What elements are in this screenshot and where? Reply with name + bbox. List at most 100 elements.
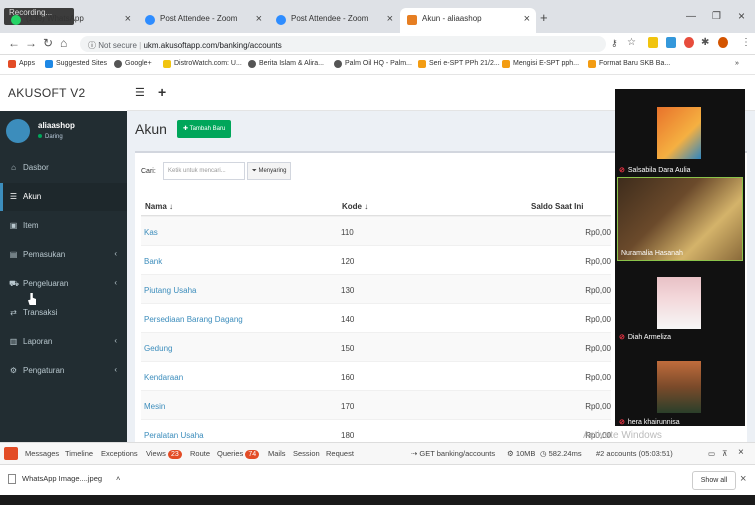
close-icon[interactable]: ×	[740, 473, 746, 485]
tab-label: Views	[146, 449, 166, 458]
sidebar-toggle-icon[interactable]: ☰	[135, 86, 145, 99]
opera-icon[interactable]	[684, 37, 694, 48]
debug-restore-icon[interactable]: ▭	[708, 449, 715, 458]
app-brand[interactable]: AKUSOFT V2	[0, 75, 127, 111]
table-row[interactable]: Gedung 150 Rp0,00	[141, 332, 611, 361]
table-row[interactable]: Piutang Usaha 130 Rp0,00	[141, 274, 611, 303]
add-new-button[interactable]: ✚ Tambah Baru	[177, 120, 232, 138]
participant-tile-active[interactable]: Nuramalia Hasanah	[617, 177, 743, 261]
column-header-saldo[interactable]: Saldo Saat Ini	[531, 202, 583, 211]
debug-tab-mails[interactable]: Mails	[268, 449, 286, 458]
column-header-kode[interactable]: Kode ↓	[342, 202, 368, 211]
close-icon[interactable]: ×	[387, 13, 393, 25]
table-row[interactable]: Persediaan Barang Dagang 140 Rp0,00	[141, 303, 611, 332]
account-name-link[interactable]: Persediaan Barang Dagang	[144, 315, 243, 324]
debug-tab-views[interactable]: Views 23	[146, 449, 182, 459]
column-header-nama[interactable]: Nama ↓	[145, 202, 173, 211]
debug-maximize-icon[interactable]: ⊼	[722, 449, 728, 458]
filter-button[interactable]: ⏷ Menyaring	[247, 162, 292, 180]
bookmark-format[interactable]: Format Baru SKB Ba...	[588, 60, 670, 68]
maximize-button[interactable]: ❐	[712, 11, 721, 22]
debug-tab-messages[interactable]: Messages	[25, 449, 59, 458]
home-icon[interactable]: ⌂	[60, 36, 67, 50]
profile-avatar[interactable]	[718, 37, 728, 48]
debugbar-logo-icon[interactable]	[4, 447, 18, 460]
participant-tile[interactable]: ⊘ Salsabila Dara Aulia	[617, 91, 743, 177]
sidebar-item-akun[interactable]: ☰ Akun	[0, 183, 127, 211]
debug-tab-request[interactable]: Request	[326, 449, 354, 458]
tab-akun[interactable]: Akun - aliaashop ×	[400, 8, 536, 33]
show-all-button[interactable]: Show all	[692, 471, 736, 490]
bookmark-palm-oil[interactable]: Palm Oil HQ - Palm...	[334, 60, 412, 68]
minimize-button[interactable]: —	[686, 11, 696, 22]
close-icon[interactable]: ×	[524, 13, 530, 25]
debug-tab-route[interactable]: Route	[190, 449, 210, 458]
info-icon[interactable]: ⓘ	[88, 41, 96, 50]
close-icon[interactable]: ×	[125, 13, 131, 25]
bookmark-espt[interactable]: Seri e-SPT PPh 21/2...	[418, 60, 500, 68]
tab-zoom-2[interactable]: Post Attendee - Zoom ×	[269, 8, 399, 33]
bookmark-distrowatch[interactable]: DistroWatch.com: U...	[163, 60, 242, 68]
sidebar-item-item[interactable]: ▣ Item	[0, 212, 127, 240]
extension-icon[interactable]	[648, 37, 658, 48]
participant-tile[interactable]: ⊘ Diah Armeliza	[617, 263, 743, 347]
sidebar-item-dasbor[interactable]: ⌂ Dasbor	[0, 154, 127, 182]
sidebar-item-pengeluaran[interactable]: ⛟ Pengeluaran ‹	[0, 270, 127, 298]
name-text: hera khairunnisa	[627, 419, 680, 426]
debug-close-icon[interactable]: ×	[738, 447, 744, 458]
close-window-button[interactable]: ×	[738, 9, 745, 23]
bookmark-label: Mengisi E-SPT pph...	[513, 60, 580, 67]
account-name-link[interactable]: Mesin	[144, 402, 165, 411]
tab-whatsapp[interactable]: (139) WhatsApp ×	[4, 8, 137, 33]
sidebar-item-laporan[interactable]: ▥ Laporan ‹	[0, 328, 127, 356]
account-name-link[interactable]: Kendaraan	[144, 373, 183, 382]
user-status: Daring	[38, 134, 63, 140]
download-item[interactable]: WhatsApp Image....jpeg ˄	[8, 474, 120, 485]
sidebar-item-pengaturan[interactable]: ⚙ Pengaturan ‹	[0, 357, 127, 385]
debug-tab-session[interactable]: Session	[293, 449, 320, 458]
add-icon[interactable]: +	[158, 84, 166, 100]
key-icon[interactable]: ⚷	[611, 38, 618, 49]
menu-icon[interactable]: ⋮	[741, 37, 751, 48]
bookmark-google[interactable]: Google+	[114, 60, 152, 68]
search-input[interactable]: Ketik untuk mencari...	[163, 162, 245, 180]
account-name-link[interactable]: Kas	[144, 228, 158, 237]
sidebar-item-pemasukan[interactable]: ▤ Pemasukan ‹	[0, 241, 127, 269]
globe-icon	[114, 60, 122, 68]
table-row[interactable]: Kas 110 Rp0,00	[141, 216, 611, 245]
bookmark-berita[interactable]: Berita Islam & Alira...	[248, 60, 324, 68]
table-row[interactable]: Mesin 170 Rp0,00	[141, 390, 611, 419]
extension-icon[interactable]	[666, 37, 676, 48]
close-icon[interactable]: ×	[256, 13, 262, 25]
table-row[interactable]: Peralatan Usaha 180 Rp0,00	[141, 419, 611, 444]
new-tab-button[interactable]: +	[540, 10, 548, 25]
url-input[interactable]: ⓘ Not secure | ukm.akusoftapp.com/bankin…	[80, 36, 606, 52]
forward-icon[interactable]: →	[25, 36, 37, 50]
back-icon[interactable]: ←	[8, 36, 20, 50]
star-icon[interactable]: ☆	[627, 37, 636, 48]
debug-history-select[interactable]: #2 accounts (05:03:51)	[596, 449, 673, 458]
bookmark-mengisi[interactable]: Mengisi E-SPT pph...	[502, 60, 580, 68]
debug-tab-queries[interactable]: Queries 74	[217, 449, 260, 459]
account-name-link[interactable]: Gedung	[144, 344, 172, 353]
tab-zoom-1[interactable]: Post Attendee - Zoom ×	[138, 8, 268, 33]
menu-label: Pengeluaran	[23, 279, 69, 288]
bookmarks-overflow[interactable]: »	[735, 60, 739, 67]
sidebar-item-transaksi[interactable]: ⇄ Transaksi	[0, 299, 127, 327]
account-name-link[interactable]: Piutang Usaha	[144, 286, 196, 295]
cart-icon: ⛟	[9, 279, 20, 288]
participant-name: ⊘ hera khairunnisa	[619, 418, 680, 426]
account-name-link[interactable]: Bank	[144, 257, 162, 266]
reload-icon[interactable]: ↻	[43, 36, 53, 50]
debug-tab-timeline[interactable]: Timeline	[65, 449, 93, 458]
table-row[interactable]: Bank 120 Rp0,00	[141, 245, 611, 274]
chevron-up-icon[interactable]: ˄	[116, 474, 120, 483]
puzzle-icon[interactable]: ✱	[701, 37, 709, 48]
bookmark-apps[interactable]: Apps	[8, 60, 35, 68]
account-saldo: Rp0,00	[585, 344, 611, 353]
participant-tile[interactable]: ⊘ hera khairunnisa	[617, 347, 743, 426]
account-name-link[interactable]: Peralatan Usaha	[144, 431, 204, 440]
table-row[interactable]: Kendaraan 160 Rp0,00	[141, 361, 611, 390]
bookmark-suggested[interactable]: Suggested Sites	[45, 60, 107, 68]
debug-tab-exceptions[interactable]: Exceptions	[101, 449, 138, 458]
